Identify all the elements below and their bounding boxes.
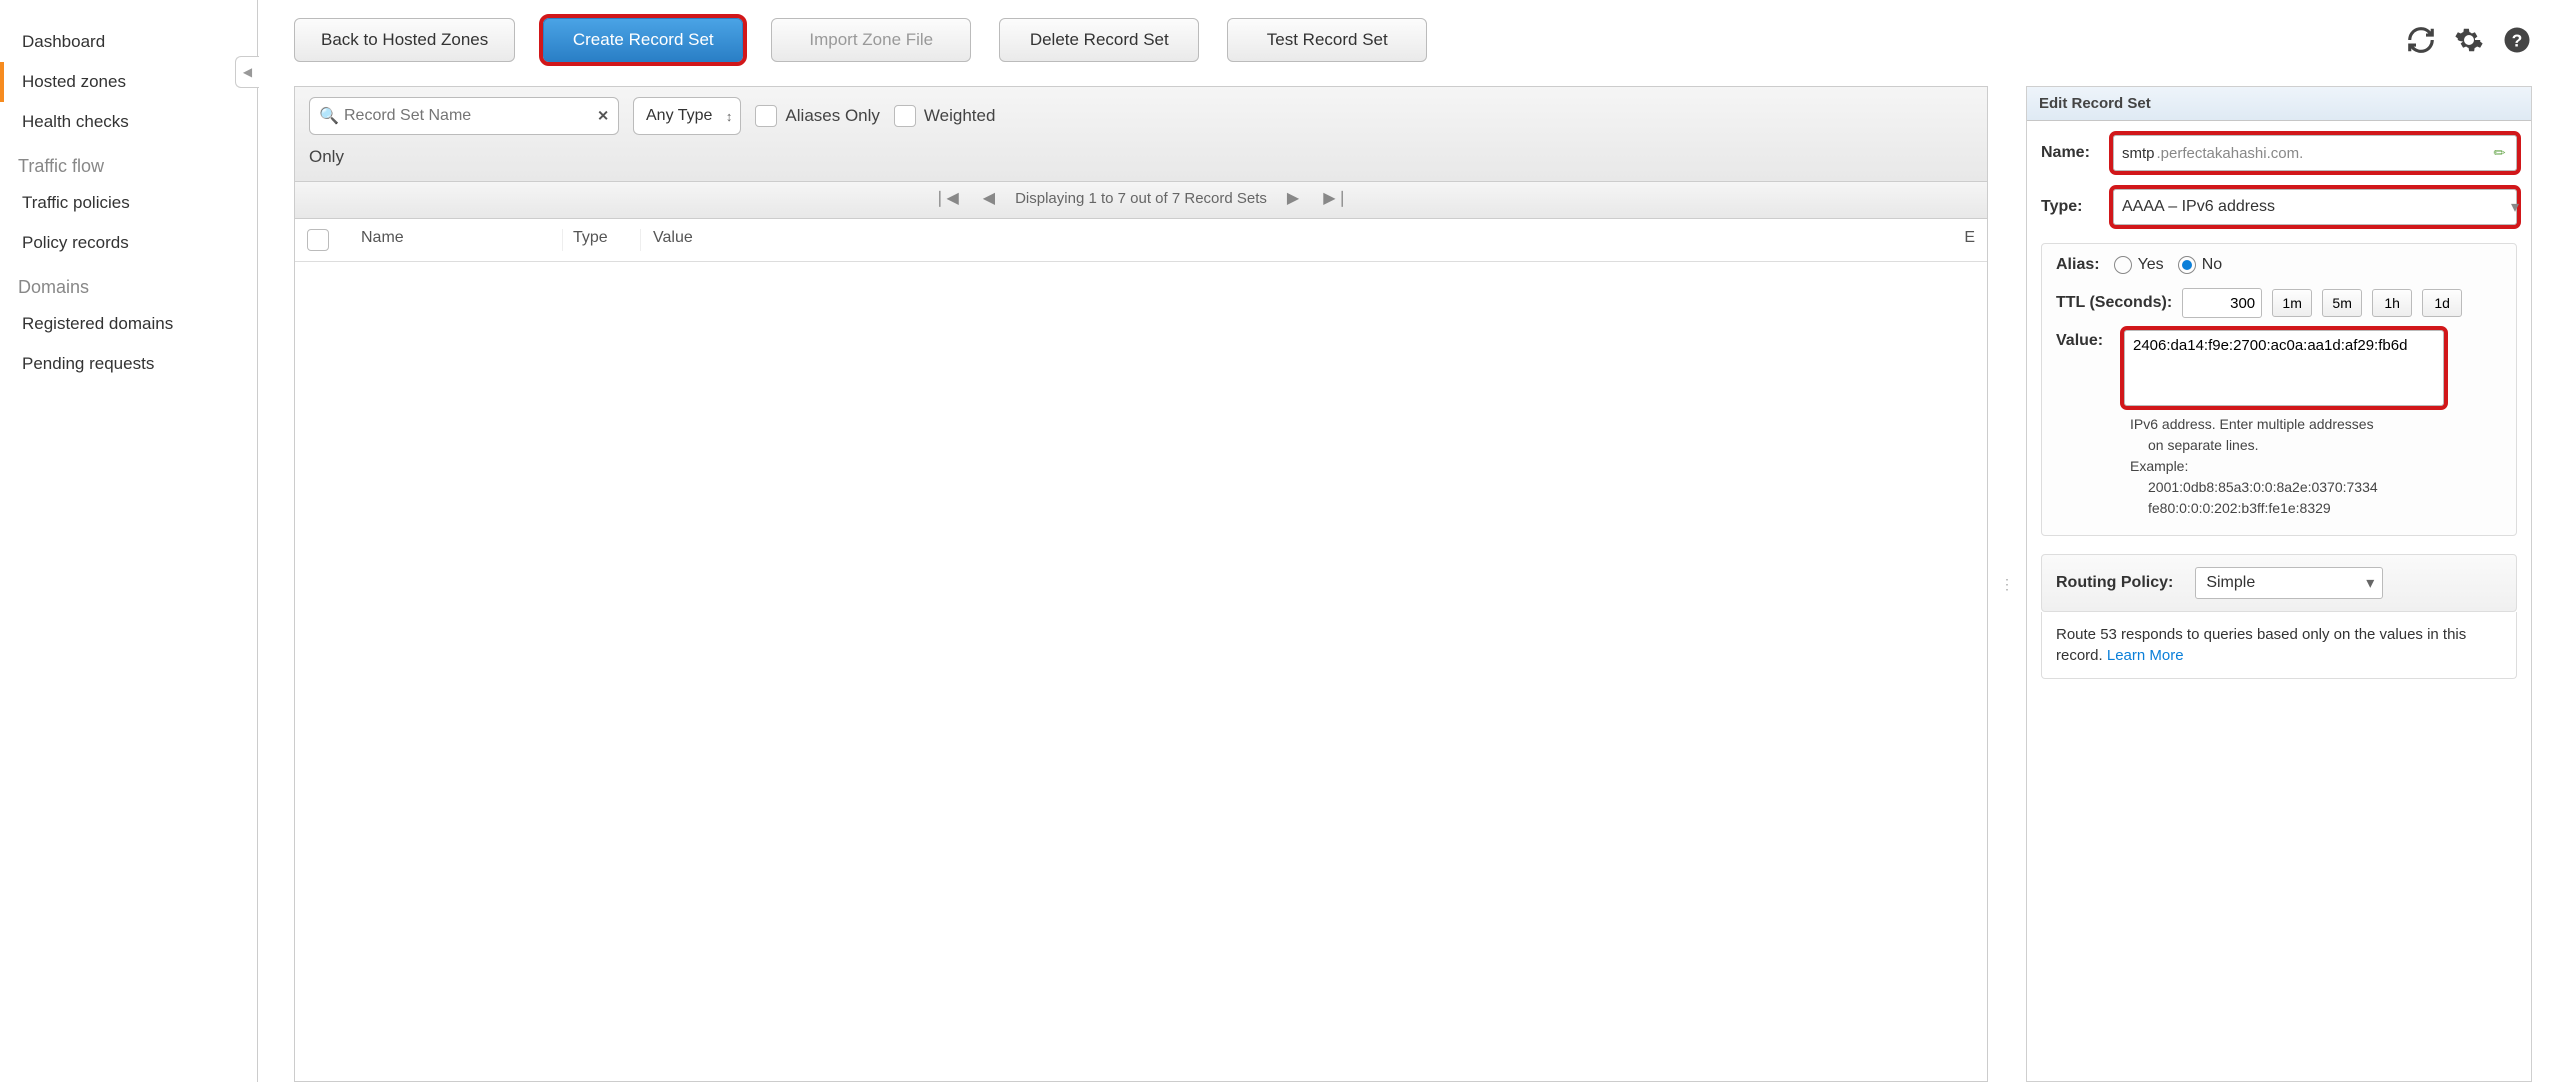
ttl-preset-1d[interactable]: 1d xyxy=(2422,289,2462,317)
sidebar-item-label: Hosted zones xyxy=(22,72,126,91)
toolbar: Back to Hosted Zones Create Record Set I… xyxy=(294,18,2532,62)
pager-last-icon[interactable]: ▶❘ xyxy=(1319,188,1353,208)
filter-second-line: Only xyxy=(309,147,1973,167)
pager-first-icon[interactable]: ❘◀ xyxy=(929,188,963,208)
sidebar: ◀ Dashboard Hosted zones Health checks T… xyxy=(0,0,258,1082)
panel-splitter[interactable] xyxy=(2002,86,2012,1082)
clear-search-icon[interactable]: ✕ xyxy=(597,108,609,125)
record-set-list-panel: 🔍 ✕ Any Type Aliases Only Weighted Only … xyxy=(294,86,1988,1082)
aliases-only-checkbox[interactable]: Aliases Only xyxy=(755,105,879,127)
pager-next-icon[interactable]: ▶ xyxy=(1283,188,1303,208)
sidebar-item-policy-records[interactable]: Policy records xyxy=(0,223,257,263)
ttl-preset-1m[interactable]: 1m xyxy=(2272,289,2312,317)
alias-no-radio[interactable]: No xyxy=(2178,256,2222,274)
type-label: Type: xyxy=(2041,198,2103,216)
gear-icon[interactable] xyxy=(2454,25,2484,55)
sidebar-collapse-button[interactable]: ◀ xyxy=(235,56,259,88)
sidebar-item-pending-requests[interactable]: Pending requests xyxy=(0,344,257,384)
type-filter-select[interactable]: Any Type xyxy=(633,97,741,135)
type-filter-value: Any Type xyxy=(646,107,712,125)
radio-label: Yes xyxy=(2138,256,2164,274)
column-header-name[interactable]: Name xyxy=(353,229,563,251)
sidebar-item-registered-domains[interactable]: Registered domains xyxy=(0,304,257,344)
delete-record-set-button[interactable]: Delete Record Set xyxy=(999,18,1199,62)
checkbox-icon xyxy=(755,105,777,127)
sidebar-section-domains: Domains xyxy=(0,263,257,304)
sidebar-item-label: Dashboard xyxy=(22,32,105,51)
sidebar-item-health-checks[interactable]: Health checks xyxy=(0,102,257,142)
search-icon: 🔍 xyxy=(319,106,339,126)
type-value: AAAA – IPv6 address xyxy=(2122,198,2275,216)
sidebar-item-traffic-policies[interactable]: Traffic policies xyxy=(0,183,257,223)
import-zone-file-button[interactable]: Import Zone File xyxy=(771,18,971,62)
sidebar-item-label: Health checks xyxy=(22,112,129,131)
value-label: Value: xyxy=(2056,330,2108,406)
sidebar-item-label: Policy records xyxy=(22,233,129,252)
sidebar-section-traffic-flow: Traffic flow xyxy=(0,142,257,183)
sidebar-item-hosted-zones[interactable]: Hosted zones xyxy=(0,62,257,102)
help-icon[interactable]: ? xyxy=(2502,25,2532,55)
pager: ❘◀ ◀ Displaying 1 to 7 out of 7 Record S… xyxy=(295,182,1987,219)
value-textarea[interactable] xyxy=(2124,330,2444,406)
checkbox-icon xyxy=(894,105,916,127)
name-domain: .perfectakahashi.com. xyxy=(2157,145,2304,162)
ttl-preset-1h[interactable]: 1h xyxy=(2372,289,2412,317)
alias-yes-radio[interactable]: Yes xyxy=(2114,256,2164,274)
filter-bar: 🔍 ✕ Any Type Aliases Only Weighted Only xyxy=(295,87,1987,182)
refresh-icon[interactable] xyxy=(2406,25,2436,55)
alias-label: Alias: xyxy=(2056,256,2100,274)
table-header: Name Type Value E xyxy=(295,219,1987,262)
test-record-set-button[interactable]: Test Record Set xyxy=(1227,18,1427,62)
ttl-label: TTL (Seconds): xyxy=(2056,294,2172,312)
alias-ttl-value-box: Alias: Yes No TTL (Seconds): 1m 5m 1h 1d xyxy=(2041,243,2517,536)
name-input[interactable]: smtp .perfectakahashi.com. ✎ xyxy=(2113,135,2517,171)
name-value: smtp xyxy=(2122,145,2155,162)
column-header-type[interactable]: Type xyxy=(563,229,641,251)
ttl-input[interactable] xyxy=(2182,288,2262,318)
name-label: Name: xyxy=(2041,144,2103,162)
svg-text:?: ? xyxy=(2512,30,2523,50)
learn-more-link[interactable]: Learn More xyxy=(2107,647,2184,664)
checkbox-label: Aliases Only xyxy=(785,106,879,126)
radio-label: No xyxy=(2202,256,2222,274)
create-record-set-button[interactable]: Create Record Set xyxy=(543,18,743,62)
pager-prev-icon[interactable]: ◀ xyxy=(979,188,999,208)
column-header-e[interactable]: E xyxy=(1947,229,1975,251)
type-select[interactable]: AAAA – IPv6 address xyxy=(2113,189,2517,225)
edit-panel-header: Edit Record Set xyxy=(2027,87,2531,121)
main-panel: Back to Hosted Zones Create Record Set I… xyxy=(258,0,2560,1082)
column-header-value[interactable]: Value xyxy=(641,229,1947,251)
routing-policy-row: Routing Policy: Simple xyxy=(2041,554,2517,612)
sidebar-item-label: Traffic policies xyxy=(22,193,130,212)
pager-text: Displaying 1 to 7 out of 7 Record Sets xyxy=(1015,190,1267,207)
search-input[interactable] xyxy=(309,97,619,135)
routing-policy-value: Simple xyxy=(2206,574,2255,592)
routing-policy-label: Routing Policy: xyxy=(2056,574,2173,592)
back-to-hosted-zones-button[interactable]: Back to Hosted Zones xyxy=(294,18,515,62)
radio-icon xyxy=(2178,256,2196,274)
sidebar-item-dashboard[interactable]: Dashboard xyxy=(0,22,257,62)
sidebar-item-label: Pending requests xyxy=(22,354,154,373)
radio-icon xyxy=(2114,256,2132,274)
checkbox-label: Weighted xyxy=(924,106,996,126)
select-all-checkbox[interactable] xyxy=(307,229,329,251)
edit-record-set-panel: Edit Record Set Name: smtp .perfectakaha… xyxy=(2026,86,2532,1082)
pencil-icon: ✎ xyxy=(2490,143,2510,163)
ttl-preset-5m[interactable]: 5m xyxy=(2322,289,2362,317)
routing-policy-description: Route 53 responds to queries based only … xyxy=(2041,612,2517,679)
weighted-checkbox[interactable]: Weighted xyxy=(894,105,996,127)
routing-policy-select[interactable]: Simple xyxy=(2195,567,2383,599)
sidebar-item-label: Registered domains xyxy=(22,314,173,333)
table-body xyxy=(295,262,1987,1081)
value-help-text: IPv6 address. Enter multiple addresses o… xyxy=(2056,414,2502,519)
